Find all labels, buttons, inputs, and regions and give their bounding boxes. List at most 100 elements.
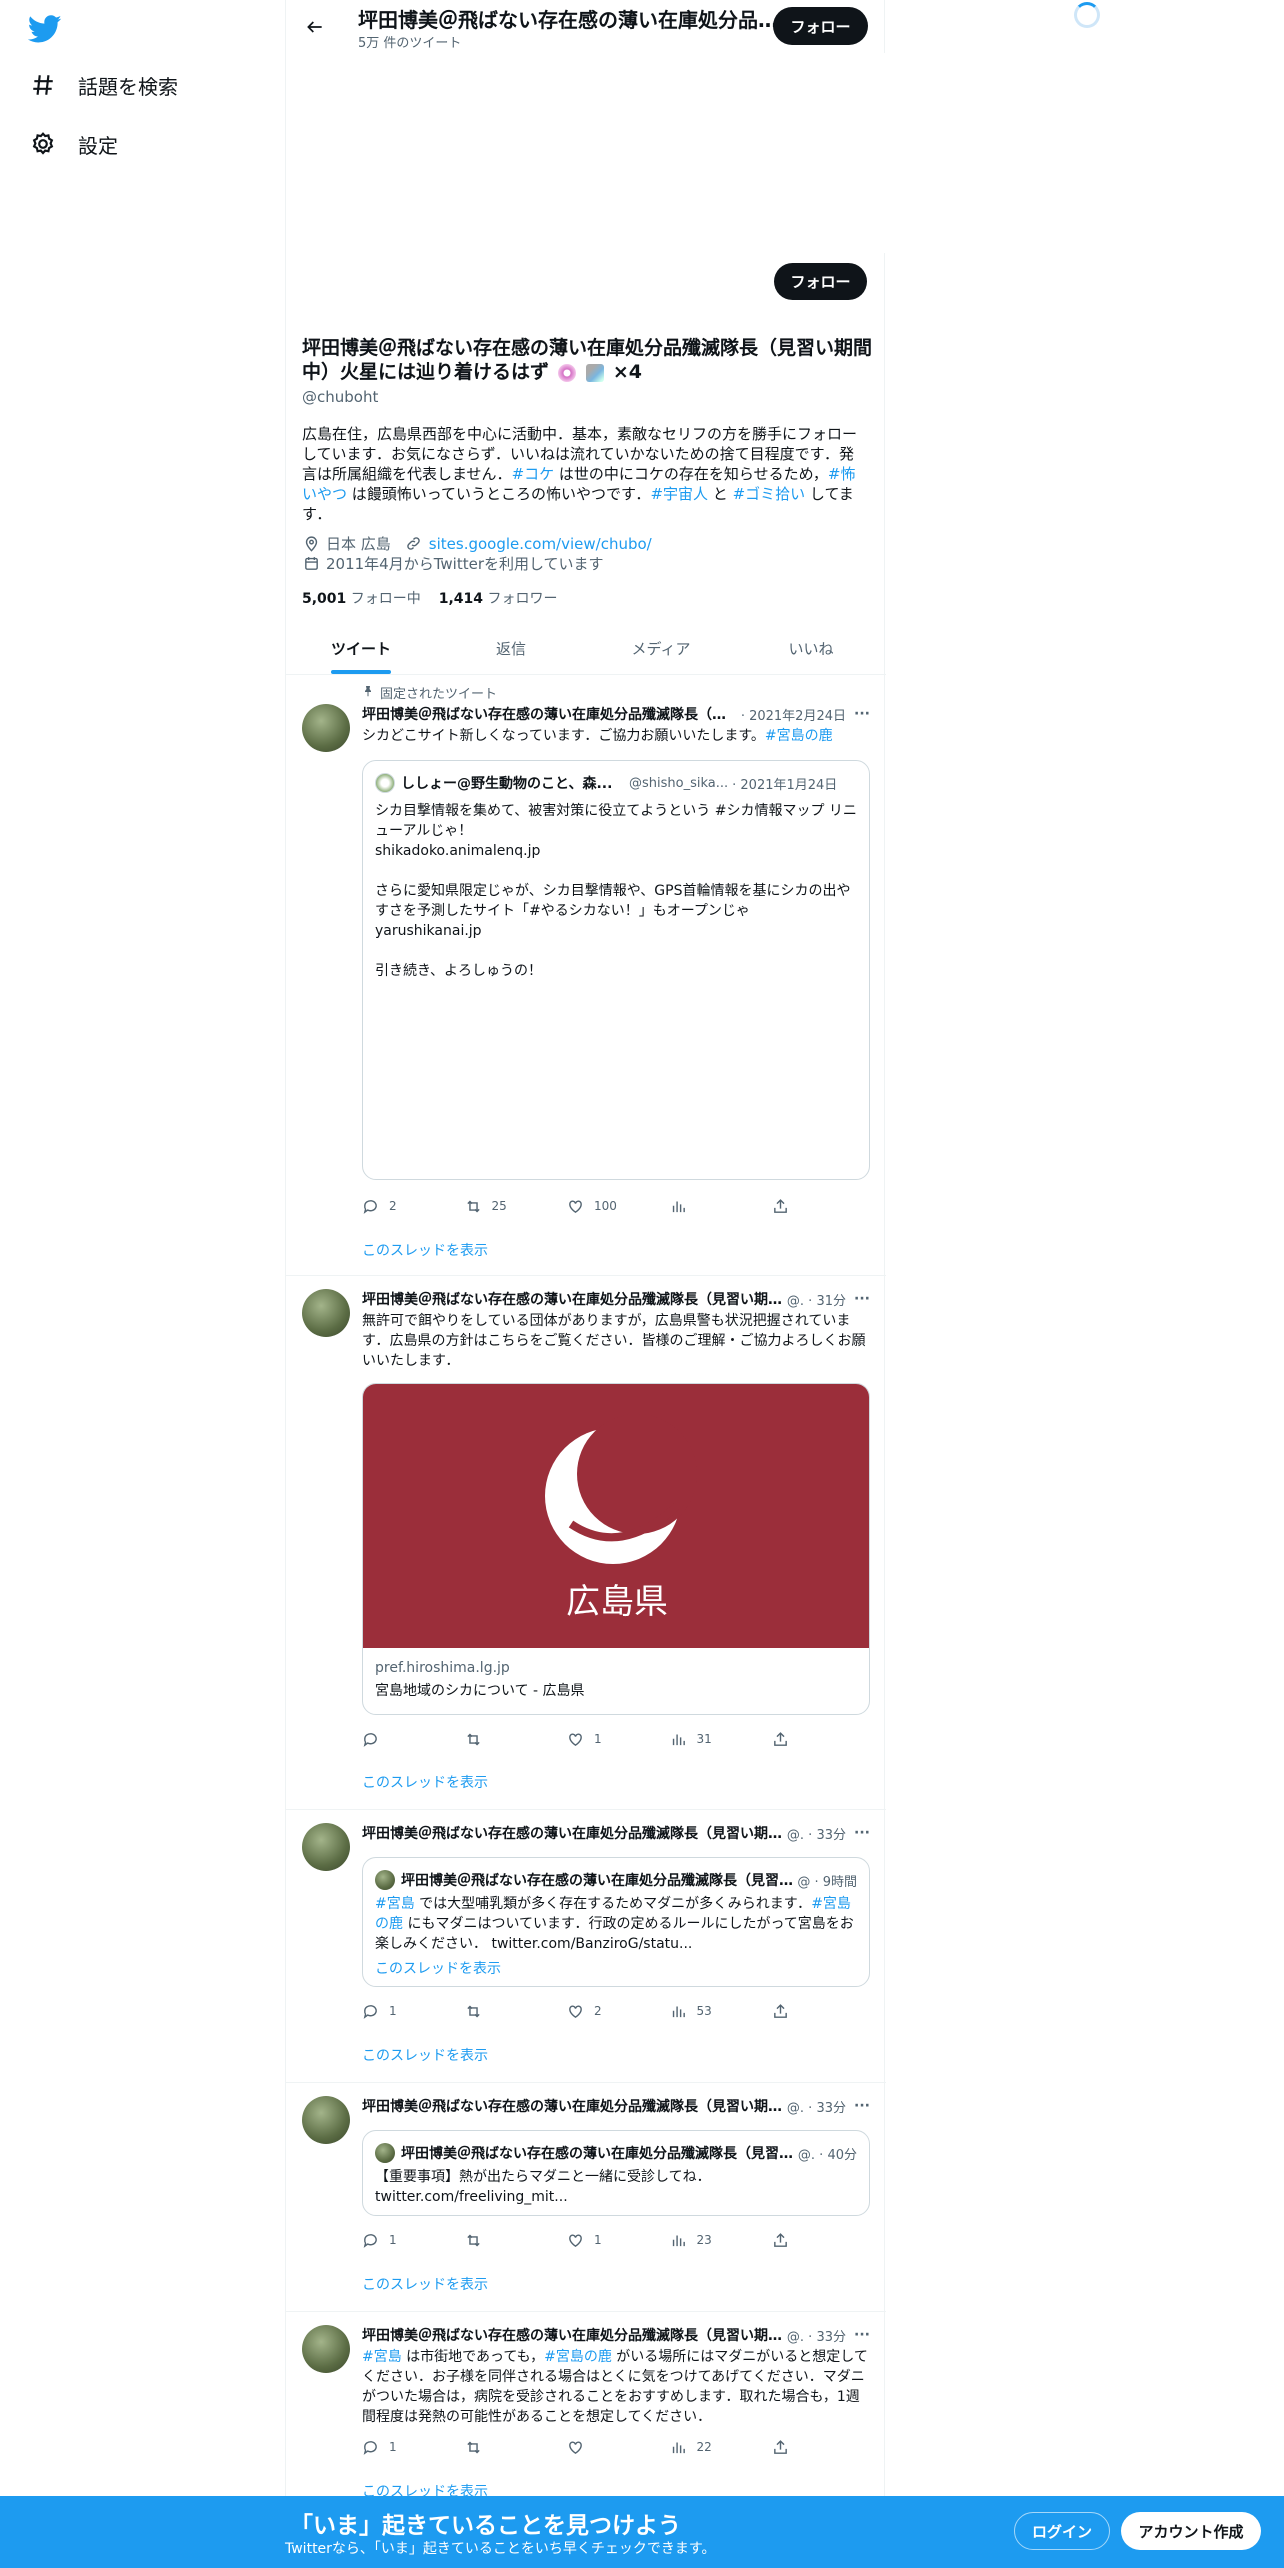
like-button[interactable]: 100 bbox=[567, 1196, 627, 1216]
reply-button[interactable]: 1 bbox=[362, 2001, 422, 2021]
avatar[interactable] bbox=[302, 1289, 350, 1337]
views-button[interactable]: 23 bbox=[670, 2230, 730, 2250]
tweet[interactable]: 坪田博美＠飛ばない存在感の薄い在庫処分品殲滅隊長（見習い期間中） @. · 33… bbox=[286, 2084, 886, 2312]
like-button[interactable]: 1 bbox=[567, 2230, 627, 2250]
avatar[interactable] bbox=[302, 2096, 350, 2144]
like-button[interactable]: 2 bbox=[567, 2001, 627, 2021]
bio-hashtag[interactable]: #ゴミ拾い bbox=[733, 485, 806, 503]
retweet-button[interactable] bbox=[465, 2437, 525, 2457]
show-thread-link[interactable]: このスレッドを表示 bbox=[362, 2045, 488, 2065]
heart-icon bbox=[569, 1199, 582, 1213]
quoted-tweet[interactable]: 坪田博美＠飛ばない存在感の薄い在庫処分品殲滅隊長（見習い期間中） @ · 9時間… bbox=[362, 1857, 870, 1987]
tweet-timestamp[interactable]: @. · 33分 bbox=[787, 2097, 846, 2116]
twitter-bird-icon[interactable] bbox=[27, 12, 62, 46]
following-link[interactable]: 5,001 フォロー中 bbox=[302, 588, 421, 608]
tweet-author-name[interactable]: 坪田博美＠飛ばない存在感の薄い在庫処分品殲滅隊長（見習い期間中） bbox=[362, 2096, 783, 2116]
show-thread-link[interactable]: このスレッドを表示 bbox=[362, 2274, 488, 2294]
tweet-hashtag[interactable]: #宮島 bbox=[362, 2349, 402, 2365]
reply-button[interactable]: 1 bbox=[362, 2230, 422, 2250]
tweet[interactable]: 坪田博美＠飛ばない存在感の薄い在庫処分品殲滅隊長（見習い期間中） @. · 31… bbox=[286, 1277, 886, 1810]
login-button[interactable]: ログイン bbox=[1014, 2512, 1110, 2550]
tab-replies[interactable]: 返信 bbox=[436, 622, 586, 674]
pinned-indicator: 固定されたツイート bbox=[362, 683, 497, 702]
share-button[interactable] bbox=[772, 2001, 792, 2021]
show-thread-link[interactable]: このスレッドを表示 bbox=[362, 1240, 488, 1260]
retweet-button[interactable] bbox=[465, 2230, 525, 2250]
view-count: 31 bbox=[696, 1732, 712, 1746]
bar-chart-icon bbox=[672, 1734, 685, 1745]
reply-icon bbox=[363, 1199, 377, 1214]
retweet-button[interactable] bbox=[465, 1729, 525, 1749]
reply-button[interactable] bbox=[362, 1729, 422, 1749]
signup-button[interactable]: アカウント作成 bbox=[1121, 2512, 1261, 2550]
profile-website-link[interactable]: sites.google.com/view/chubo/ bbox=[429, 535, 652, 553]
views-button[interactable]: 53 bbox=[670, 2001, 730, 2021]
share-button[interactable] bbox=[772, 2230, 792, 2250]
header-follow-button[interactable]: フォロー bbox=[773, 7, 868, 45]
quoted-tweet-header: 坪田博美＠飛ばない存在感の薄い在庫処分品殲滅隊長（見習い期間中） @. · 40… bbox=[375, 2143, 857, 2163]
follow-button[interactable]: フォロー bbox=[774, 263, 867, 300]
quoted-tweet[interactable]: 坪田博美＠飛ばない存在感の薄い在庫処分品殲滅隊長（見習い期間中） @. · 40… bbox=[362, 2130, 870, 2216]
avatar[interactable] bbox=[302, 1823, 350, 1871]
reply-button[interactable]: 2 bbox=[362, 1196, 422, 1216]
heart-icon bbox=[569, 1732, 582, 1746]
like-button[interactable]: 1 bbox=[567, 1729, 627, 1749]
show-thread-link[interactable]: このスレッドを表示 bbox=[362, 1772, 488, 1792]
retweet-button[interactable] bbox=[465, 2001, 525, 2021]
views-button[interactable] bbox=[670, 1196, 730, 1216]
nav-item-settings[interactable]: 設定 bbox=[28, 129, 118, 159]
more-options-icon[interactable]: ··· bbox=[846, 706, 870, 722]
tweet-text: #宮島 は市街地であっても，#宮島の鹿 がいる場所にはマダニがいると想定してくだ… bbox=[362, 2347, 872, 2427]
quoted-timestamp: @. · 40分 bbox=[797, 2147, 857, 2163]
like-button[interactable] bbox=[567, 2437, 627, 2457]
tweet-hashtag[interactable]: #宮島の鹿 bbox=[544, 2349, 612, 2365]
more-options-icon[interactable]: ··· bbox=[846, 1291, 870, 1307]
tab-likes[interactable]: いいね bbox=[736, 622, 886, 674]
bio-hashtag[interactable]: #宇宙人 bbox=[650, 485, 708, 503]
quoted-hashtag[interactable]: #宮島 bbox=[375, 1896, 415, 1912]
link-card[interactable]: 広島県 pref.hiroshima.lg.jp 宮島地域のシカについて - 広… bbox=[362, 1383, 870, 1715]
following-count: 5,001 bbox=[302, 591, 347, 607]
views-button[interactable]: 22 bbox=[670, 2437, 730, 2457]
avatar[interactable] bbox=[302, 2325, 350, 2373]
tweet-timestamp[interactable]: · 2021年2月24日 bbox=[741, 705, 846, 724]
tweet-timestamp[interactable]: @. · 33分 bbox=[787, 1824, 846, 1843]
quoted-author-handle: @shisho_sika... bbox=[629, 775, 729, 791]
bio-hashtag[interactable]: #コケ bbox=[512, 465, 555, 483]
more-options-icon[interactable]: ··· bbox=[846, 2098, 870, 2114]
more-options-icon[interactable]: ··· bbox=[846, 1825, 870, 1841]
tweet-pinned[interactable]: 固定されたツイート 坪田博美＠飛ばない存在感の薄い在庫処分品殲滅隊長（見習い期間… bbox=[286, 676, 886, 1276]
share-icon bbox=[774, 1731, 787, 1746]
views-button[interactable]: 31 bbox=[670, 1729, 730, 1749]
followers-link[interactable]: 1,414 フォロワー bbox=[439, 588, 558, 608]
tweet-author-name[interactable]: 坪田博美＠飛ばない存在感の薄い在庫処分品殲滅隊長（見習い期間中） bbox=[362, 2325, 783, 2345]
avatar[interactable] bbox=[302, 704, 350, 752]
share-button[interactable] bbox=[772, 1196, 792, 1216]
more-options-icon[interactable]: ··· bbox=[846, 2327, 870, 2343]
quoted-tweet[interactable]: ししょー@野生動物のこと、森... @shisho_sika... · 2021… bbox=[362, 760, 870, 1180]
tweet-hashtag[interactable]: #宮島の鹿 bbox=[765, 728, 833, 744]
profile-banner bbox=[286, 53, 886, 253]
tweet-timestamp[interactable]: @. · 31分 bbox=[787, 1290, 846, 1309]
reply-button[interactable]: 1 bbox=[362, 2437, 422, 2457]
quoted-timestamp: · 2021年1月24日 bbox=[732, 777, 838, 793]
tweet[interactable]: 坪田博美＠飛ばない存在感の薄い在庫処分品殲滅隊長（見習い期間中） @. · 33… bbox=[286, 1811, 886, 2083]
tweet-header: 坪田博美＠飛ばない存在感の薄い在庫処分品殲滅隊長（見習い期間中） @. · 33… bbox=[362, 2325, 870, 2345]
tab-tweets[interactable]: ツイート bbox=[286, 622, 436, 674]
share-button[interactable] bbox=[772, 1729, 792, 1749]
nav-item-explore[interactable]: 話題を検索 bbox=[28, 70, 178, 100]
spiral-emoji-icon bbox=[557, 363, 576, 382]
tweet-author-name[interactable]: 坪田博美＠飛ばない存在感の薄い在庫処分品殲滅隊長（見習い期間中） bbox=[362, 1823, 783, 1843]
tweet-header: 坪田博美＠飛ばない存在感の薄い在庫処分品殲滅隊長（見習い期間中） @. · 33… bbox=[362, 1823, 870, 1843]
nav-item-label: 設定 bbox=[78, 133, 118, 158]
tweet-author-name[interactable]: 坪田博美＠飛ばない存在感の薄い在庫処分品殲滅隊長（見習い期間中）火星には辿り着け… bbox=[362, 704, 737, 724]
quoted-text-line: yarushikanai.jp bbox=[375, 923, 482, 939]
tweet-author-name[interactable]: 坪田博美＠飛ばない存在感の薄い在庫処分品殲滅隊長（見習い期間中） bbox=[362, 1289, 783, 1309]
share-button[interactable] bbox=[772, 2437, 792, 2457]
quoted-show-thread-link[interactable]: このスレッドを表示 bbox=[375, 1958, 501, 1978]
tab-media[interactable]: メディア bbox=[586, 622, 736, 674]
retweet-button[interactable]: 25 bbox=[465, 1196, 525, 1216]
like-count: 100 bbox=[594, 1199, 617, 1213]
tweet-timestamp[interactable]: @. · 33分 bbox=[787, 2326, 846, 2345]
back-arrow-icon[interactable] bbox=[300, 12, 330, 42]
